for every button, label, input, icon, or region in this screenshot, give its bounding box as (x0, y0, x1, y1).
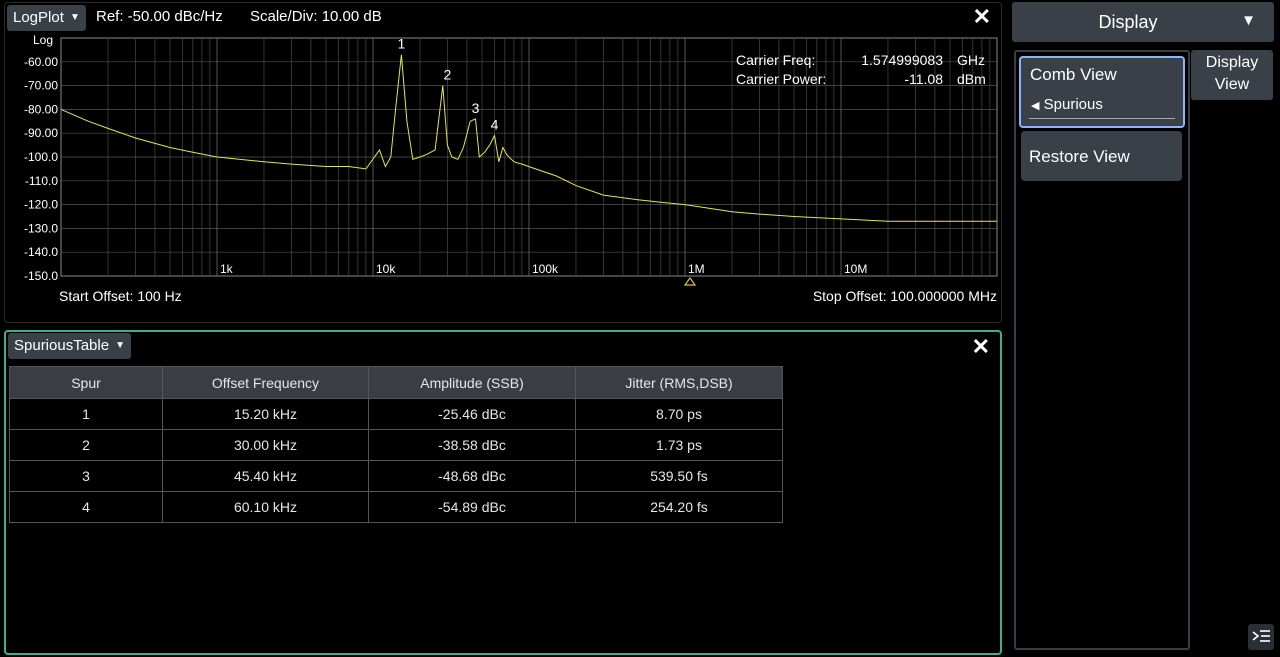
y-tick-label: -90.00 (24, 126, 58, 140)
spurious-table-panel: SpuriousTable ▼ ✕ Spur Offset Frequency … (4, 330, 1002, 655)
app-root: LogPlot ▼ Ref: -50.00 dBc/Hz Scale/Div: … (0, 0, 1280, 657)
y-tick-label: -120.0 (24, 198, 58, 212)
chevron-down-icon: ▼ (115, 340, 126, 351)
table-cell: -54.89 dBc (368, 491, 576, 523)
y-tick-label: -140.0 (24, 245, 58, 259)
table-row[interactable]: 1 15.20 kHz -25.46 dBc 8.70 ps (9, 398, 783, 430)
x-tick-label: 10k (376, 262, 396, 276)
phase-noise-chart: Log -60.00 -70.00 -80.00 -90.00 -100.0 -110.0… (24, 33, 998, 286)
y-tick-label: -150.0 (24, 269, 58, 283)
column-header-jitter[interactable]: Jitter (RMS,DSB) (575, 366, 783, 399)
table-cell: 1.73 ps (575, 429, 783, 461)
column-header-spur[interactable]: Spur (9, 366, 163, 399)
table-type-dropdown[interactable]: SpuriousTable ▼ (8, 333, 132, 359)
center-marker-icon (683, 276, 697, 286)
tab-display-line2: View (1214, 76, 1250, 93)
triangle-down-icon: ▼ (1241, 12, 1256, 29)
table-header-row: Spur Offset Frequency Amplitude (SSB) Ji… (9, 366, 783, 399)
y-tick-label: -130.0 (24, 221, 58, 235)
restore-view-label: Restore View (1029, 147, 1130, 166)
table-cell: 254.20 fs (575, 491, 783, 523)
x-tick-labels: 1k 10k 100k 1M 10M (220, 262, 867, 276)
tab-display-view[interactable]: Display View (1191, 50, 1273, 100)
table-cell: 1 (9, 398, 163, 430)
table-cell: -38.58 dBc (368, 429, 576, 461)
table-row[interactable]: 4 60.10 kHz -54.89 dBc 254.20 fs (9, 491, 783, 523)
table-cell: 3 (9, 460, 163, 492)
comb-view-label: Comb View (1030, 65, 1117, 84)
y-tick-label: -60.00 (24, 55, 58, 69)
x-tick-label: 1M (688, 262, 705, 276)
menu-lines-icon (1252, 630, 1270, 642)
table-cell: -48.68 dBc (368, 460, 576, 492)
spur-marker-label: 4 (491, 117, 499, 133)
x-tick-label: 100k (532, 262, 559, 276)
carrier-freq-unit: GHz (957, 52, 985, 68)
column-header-offset-frequency[interactable]: Offset Frequency (162, 366, 369, 399)
y-tick-label: -110.0 (25, 174, 58, 188)
divider (1029, 118, 1175, 119)
x-tick-label: 10M (844, 262, 867, 276)
plot-panel: LogPlot ▼ Ref: -50.00 dBc/Hz Scale/Div: … (4, 2, 1002, 323)
chart-markers: 1 2 34 (397, 36, 498, 133)
y-tick-label: -70.00 (24, 79, 58, 93)
table-cell: 8.70 ps (575, 398, 783, 430)
table-cell: 539.50 fs (575, 460, 783, 492)
comb-view-button[interactable]: Comb View ◀ Spurious (1019, 56, 1185, 128)
triangle-left-icon: ◀ (1031, 100, 1040, 112)
table-cell: -25.46 dBc (368, 398, 576, 430)
x-tick-label: 1k (220, 262, 234, 276)
carrier-freq-value: 1.574999083 (861, 52, 943, 68)
display-menu-dropdown[interactable]: Display ▼ (1012, 2, 1274, 42)
table-cell: 45.40 kHz (162, 460, 369, 492)
table-row[interactable]: 2 30.00 kHz -38.58 dBc 1.73 ps (9, 429, 783, 461)
restore-view-button[interactable]: Restore View (1021, 131, 1182, 181)
y-axis-label: Log (33, 33, 53, 47)
carrier-power-unit: dBm (957, 71, 986, 87)
table-cell: 15.20 kHz (162, 398, 369, 430)
y-tick-label: -100.0 (24, 150, 58, 164)
spur-marker-label: 2 (444, 67, 452, 83)
carrier-freq-label: Carrier Freq: (736, 52, 815, 68)
y-tick-labels: -60.00 -70.00 -80.00 -90.00 -100.0 -110.0 -120… (24, 55, 58, 283)
start-offset-label[interactable]: Start Offset: 100 Hz (59, 288, 182, 304)
stop-offset-label[interactable]: Stop Offset: 100.000000 MHz (813, 288, 997, 304)
comb-view-value: ◀ Spurious (1031, 96, 1103, 113)
collapse-menu-icon[interactable] (1248, 624, 1274, 650)
spur-marker-label: 1 (397, 36, 405, 52)
table-cell: 60.10 kHz (162, 491, 369, 523)
display-menu-label: Display (1098, 12, 1158, 32)
column-header-amplitude[interactable]: Amplitude (SSB) (368, 366, 576, 399)
carrier-power-label: Carrier Power: (736, 71, 826, 87)
carrier-power-value: -11.08 (904, 71, 943, 87)
table-row[interactable]: 3 45.40 kHz -48.68 dBc 539.50 fs (9, 460, 783, 492)
chart-grid (60, 37, 998, 277)
comb-view-selection: Spurious (1043, 96, 1103, 113)
close-icon[interactable]: ✕ (972, 335, 990, 359)
table-type-label: SpuriousTable (14, 337, 110, 354)
tab-display-line1: Display (1205, 54, 1259, 71)
table-cell: 2 (9, 429, 163, 461)
table-cell: 4 (9, 491, 163, 523)
spur-marker-label: 3 (472, 100, 480, 116)
table-cell: 30.00 kHz (162, 429, 369, 461)
spurious-table: Spur Offset Frequency Amplitude (SSB) Ji… (9, 366, 783, 523)
y-tick-label: -80.00 (24, 102, 58, 116)
